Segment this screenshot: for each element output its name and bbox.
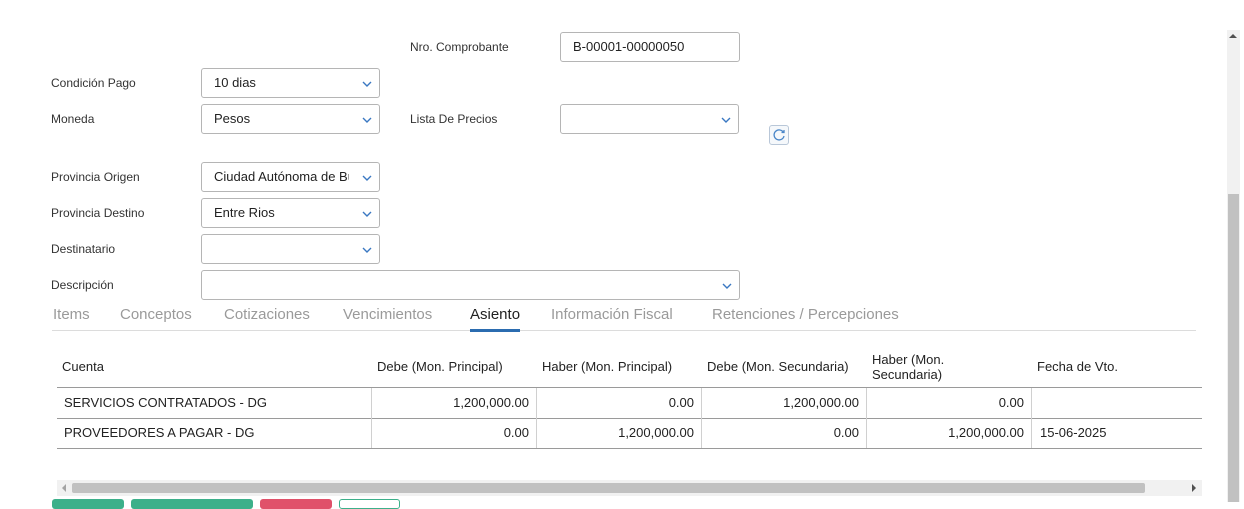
provincia-origen-label: Provincia Origen xyxy=(51,170,140,184)
cell-fecha-vto xyxy=(1031,388,1202,418)
cell-haber-secundaria: 1,200,000.00 xyxy=(866,418,1031,448)
nro-comprobante-value: B-00001-00000050 xyxy=(573,39,685,54)
table-horizontal-scrollbar[interactable] xyxy=(57,480,1202,496)
provincia-destino-value: Entre Rios xyxy=(214,205,275,220)
destinatario-label: Destinatario xyxy=(51,242,116,256)
cell-haber-secundaria: 0.00 xyxy=(866,388,1031,418)
condicion-pago-label: Condición Pago xyxy=(51,76,136,90)
arrow-right-icon[interactable] xyxy=(1190,484,1198,492)
cell-fecha-vto: 15-06-2025 xyxy=(1031,418,1202,448)
provincia-destino-select[interactable]: Entre Rios xyxy=(201,198,380,228)
descripcion-label: Descripción xyxy=(51,278,114,292)
cell-cuenta: SERVICIOS CONTRATADOS - DG xyxy=(64,395,267,410)
cell-debe-principal: 1,200,000.00 xyxy=(371,388,536,418)
chevron-down-icon xyxy=(362,117,372,123)
tab-informacion-fiscal[interactable]: Información Fiscal xyxy=(551,306,673,323)
lista-precios-select[interactable] xyxy=(560,104,739,134)
column-header-haber-secundaria[interactable]: Haber (Mon. Secundaria) xyxy=(872,346,982,387)
tab-items[interactable]: Items xyxy=(53,306,90,323)
cell-haber-principal: 1,200,000.00 xyxy=(536,418,701,448)
column-header-cuenta[interactable]: Cuenta xyxy=(62,346,362,387)
destinatario-select[interactable] xyxy=(201,234,380,264)
chevron-down-icon xyxy=(362,211,372,217)
cell-haber-principal: 0.00 xyxy=(536,388,701,418)
moneda-label: Moneda xyxy=(51,112,95,126)
page-vertical-scrollbar[interactable] xyxy=(1227,30,1240,502)
refresh-icon xyxy=(773,129,785,141)
descripcion-select[interactable] xyxy=(201,270,740,300)
tab-bar: Items Conceptos Cotizaciones Vencimiento… xyxy=(52,300,1196,332)
provincia-destino-label: Provincia Destino xyxy=(51,206,145,220)
chevron-down-icon xyxy=(362,81,372,87)
cell-debe-principal: 0.00 xyxy=(371,418,536,448)
tab-cotizaciones[interactable]: Cotizaciones xyxy=(224,306,310,323)
condicion-pago-value: 10 dias xyxy=(214,75,256,90)
cell-debe-secundaria: 0.00 xyxy=(701,418,866,448)
tab-retenciones-percepciones[interactable]: Retenciones / Percepciones xyxy=(712,306,899,323)
action-button-1[interactable] xyxy=(52,499,124,509)
table-row[interactable]: SERVICIOS CONTRATADOS - DG 1,200,000.00 … xyxy=(57,388,1202,419)
moneda-value: Pesos xyxy=(214,111,251,126)
nro-comprobante-label: Nro. Comprobante xyxy=(410,40,509,54)
horizontal-scroll-thumb[interactable] xyxy=(72,483,1145,493)
action-button-2[interactable] xyxy=(131,499,253,509)
arrow-left-icon[interactable] xyxy=(60,484,68,492)
action-button-4[interactable] xyxy=(339,499,400,509)
column-header-fecha-vto[interactable]: Fecha de Vto. xyxy=(1037,346,1197,387)
nro-comprobante-input[interactable]: B-00001-00000050 xyxy=(560,32,740,62)
tab-asiento[interactable]: Asiento xyxy=(470,306,521,332)
lista-precios-label: Lista De Precios xyxy=(410,112,498,126)
cell-debe-secundaria: 1,200,000.00 xyxy=(701,388,866,418)
action-button-3[interactable] xyxy=(260,499,332,509)
table-row[interactable]: PROVEEDORES A PAGAR - DG 0.00 1,200,000.… xyxy=(57,418,1202,449)
tab-conceptos[interactable]: Conceptos xyxy=(120,306,192,323)
chevron-down-icon xyxy=(721,117,731,123)
provincia-origen-value: Ciudad Autónoma de Buenos Aires xyxy=(214,169,349,184)
condicion-pago-select[interactable]: 10 dias xyxy=(201,68,380,98)
moneda-select[interactable]: Pesos xyxy=(201,104,380,134)
provincia-origen-select[interactable]: Ciudad Autónoma de Buenos Aires xyxy=(201,162,380,192)
chevron-down-icon xyxy=(362,247,372,253)
cell-cuenta: PROVEEDORES A PAGAR - DG xyxy=(64,425,255,440)
column-header-haber-principal[interactable]: Haber (Mon. Principal) xyxy=(542,346,702,387)
vertical-scroll-thumb[interactable] xyxy=(1228,194,1239,502)
chevron-down-icon xyxy=(722,283,732,289)
tab-vencimientos[interactable]: Vencimientos xyxy=(343,306,432,323)
refresh-button[interactable] xyxy=(769,125,789,145)
arrow-up-icon[interactable] xyxy=(1229,32,1237,40)
column-header-debe-principal[interactable]: Debe (Mon. Principal) xyxy=(377,346,537,387)
chevron-down-icon xyxy=(362,175,372,181)
table-header: Cuenta Debe (Mon. Principal) Haber (Mon.… xyxy=(57,346,1202,388)
column-header-debe-secundaria[interactable]: Debe (Mon. Secundaria) xyxy=(707,346,867,387)
